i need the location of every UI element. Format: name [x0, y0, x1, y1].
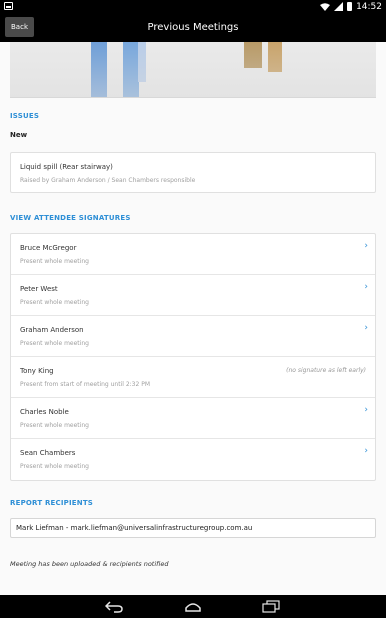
status-indicators: 14:52	[320, 0, 382, 13]
issue-card[interactable]: Liquid spill (Rear stairway) Raised by G…	[10, 152, 376, 193]
attendee-row-peter-west[interactable]: Peter West Present whole meeting ›	[11, 275, 375, 316]
page-title: Previous Meetings	[147, 22, 239, 33]
chevron-right-icon[interactable]: ›	[364, 405, 368, 415]
recents-icon[interactable]	[262, 600, 280, 613]
attendee-attendance: Present whole meeting	[20, 422, 89, 429]
signatures-heading[interactable]: VIEW ATTENDEE SIGNATURES	[10, 214, 131, 222]
action-bar: Back Previous Meetings	[0, 13, 386, 42]
attendee-name: Sean Chambers	[20, 449, 76, 457]
issue-status-label: New	[10, 131, 28, 139]
attendee-row-graham-anderson[interactable]: Graham Anderson Present whole meeting ›	[11, 316, 375, 357]
chevron-right-icon[interactable]: ›	[364, 282, 368, 292]
attendee-attendance: Present whole meeting	[20, 463, 89, 470]
attendee-list: Bruce McGregor Present whole meeting › P…	[10, 233, 376, 481]
meeting-details[interactable]: ISSUES New Liquid spill (Rear stairway) …	[0, 42, 386, 595]
attendee-row-charles-noble[interactable]: Charles Noble Present whole meeting ›	[11, 398, 375, 439]
navigation-bar	[0, 595, 386, 618]
attendee-attendance: Present whole meeting	[20, 299, 89, 306]
issues-heading: ISSUES	[10, 112, 40, 120]
recipient-field[interactable]: Mark Liefman - mark.liefman@universalinf…	[10, 518, 376, 538]
recipients-heading: REPORT RECIPIENTS	[10, 499, 94, 507]
attendee-attendance: Present whole meeting	[20, 258, 89, 265]
status-bar: 14:52	[0, 0, 386, 13]
chevron-right-icon[interactable]: ›	[364, 323, 368, 333]
wifi-icon	[320, 2, 331, 11]
notification-icon	[4, 2, 13, 10]
signal-icon	[334, 2, 344, 11]
home-icon[interactable]	[184, 600, 202, 613]
chevron-right-icon[interactable]: ›	[364, 446, 368, 456]
clock: 14:52	[356, 1, 382, 12]
attendee-name: Bruce McGregor	[20, 244, 77, 252]
battery-icon	[347, 2, 353, 11]
site-photo	[10, 42, 376, 98]
app-screen: 14:52 Back Previous Meetings ISSUES New …	[0, 0, 386, 618]
issue-row[interactable]: Liquid spill (Rear stairway) Raised by G…	[11, 153, 375, 194]
attendee-name: Peter West	[20, 285, 58, 293]
attendee-name: Graham Anderson	[20, 326, 84, 334]
issue-title: Liquid spill (Rear stairway)	[20, 163, 113, 171]
attendee-attendance: Present from start of meeting until 2:32…	[20, 381, 151, 388]
attendee-attendance: Present whole meeting	[20, 340, 89, 347]
attendee-row-tony-king: Tony King Present from start of meeting …	[11, 357, 375, 398]
chevron-right-icon[interactable]: ›	[364, 241, 368, 251]
attendee-name: Charles Noble	[20, 408, 69, 416]
attendee-name: Tony King	[20, 367, 54, 375]
signature-note: (no signature as left early)	[286, 367, 366, 374]
back-button[interactable]: Back	[5, 17, 34, 37]
back-arrow-icon[interactable]	[105, 600, 123, 613]
attendee-row-sean-chambers[interactable]: Sean Chambers Present whole meeting ›	[11, 439, 375, 480]
upload-status-note: Meeting has been uploaded & recipients n…	[10, 560, 169, 568]
issue-detail: Raised by Graham Anderson / Sean Chamber…	[20, 177, 196, 184]
attendee-row-bruce-mcgregor[interactable]: Bruce McGregor Present whole meeting ›	[11, 234, 375, 275]
